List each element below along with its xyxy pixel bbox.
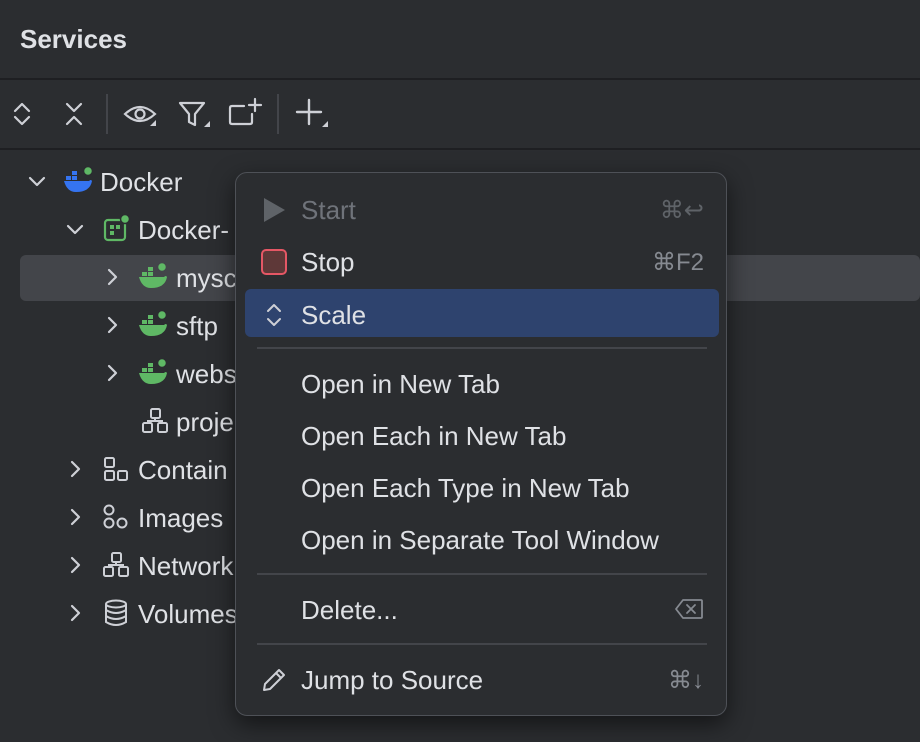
chevron-right-icon[interactable] [63, 601, 87, 625]
toolbar-separator [106, 94, 108, 134]
expand-all-icon[interactable] [4, 96, 40, 132]
new-group-icon[interactable] [228, 96, 264, 132]
menu-item-label: Start [301, 195, 356, 225]
chevron-right-icon[interactable] [63, 553, 87, 577]
play-icon [260, 196, 288, 224]
menu-separator [257, 643, 707, 645]
menu-item-scale[interactable]: Scale [236, 289, 726, 339]
tree-item-label: webs [176, 359, 237, 389]
scale-icon [260, 301, 288, 329]
menu-shortcut: ⌘F2 [651, 249, 704, 276]
add-icon[interactable] [294, 96, 330, 132]
tree-item-label: proje [176, 407, 234, 437]
chevron-right-icon[interactable] [63, 505, 87, 529]
menu-item-open-separate-window[interactable]: Open in Separate Tool Window [236, 514, 726, 564]
containers-icon [101, 454, 131, 484]
menu-item-open-in-new-tab[interactable]: Open in New Tab [236, 358, 726, 408]
filter-icon[interactable] [176, 96, 212, 132]
menu-item-label: Jump to Source [301, 665, 484, 695]
tree-item-label: sftp [176, 311, 218, 341]
docker-icon [63, 165, 94, 196]
tree-item-label: Volumes [138, 599, 238, 629]
images-icon [101, 502, 131, 532]
eye-icon[interactable] [122, 96, 158, 132]
services-header: Services [0, 0, 920, 80]
chevron-down-icon[interactable] [63, 217, 87, 241]
menu-item-label: Open in New Tab [301, 369, 500, 399]
menu-item-open-each-type[interactable]: Open Each Type in New Tab [236, 462, 726, 512]
tree-item-label: Docker [100, 167, 183, 197]
menu-item-label: Delete... [301, 595, 398, 625]
delete-key-icon [674, 598, 704, 627]
toolbar-separator [277, 94, 279, 134]
docker-service-icon [138, 261, 168, 292]
chevron-right-icon[interactable] [100, 313, 124, 337]
tree-item-label: Images [138, 503, 224, 533]
docker-service-icon [138, 357, 168, 388]
menu-item-jump-to-source[interactable]: Jump to Source ⌘↓ [236, 654, 726, 704]
pencil-icon [260, 666, 288, 694]
tree-item-label: Contain [138, 455, 228, 485]
volumes-icon [101, 598, 131, 628]
chevron-down-icon[interactable] [25, 169, 49, 193]
menu-shortcut: ⌘↓ [668, 667, 704, 694]
docker-service-icon [138, 309, 168, 340]
compose-icon [101, 213, 131, 244]
menu-separator [257, 347, 707, 349]
tree-item-label: mysc [176, 263, 237, 293]
menu-item-label: Open Each Type in New Tab [301, 473, 630, 503]
menu-item-stop[interactable]: Stop ⌘F2 [236, 236, 726, 286]
services-toolbar [0, 80, 920, 150]
menu-shortcut: ⌘↩ [659, 197, 704, 224]
menu-item-delete[interactable]: Delete... [236, 584, 726, 634]
tree-item-label: Network [138, 551, 234, 581]
menu-item-label: Open Each in New Tab [301, 421, 567, 451]
chevron-right-icon[interactable] [100, 265, 124, 289]
network-icon [101, 550, 131, 580]
menu-item-start[interactable]: Start ⌘↩ [236, 184, 726, 234]
menu-separator [257, 573, 707, 575]
chevron-right-icon[interactable] [100, 361, 124, 385]
stop-icon [260, 248, 288, 276]
chevron-right-icon[interactable] [63, 457, 87, 481]
menu-item-label: Open in Separate Tool Window [301, 525, 659, 555]
menu-item-open-each-in-new-tab[interactable]: Open Each in New Tab [236, 410, 726, 460]
collapse-all-icon[interactable] [56, 96, 92, 132]
network-icon [140, 406, 170, 436]
context-menu: Start ⌘↩ Stop ⌘F2 Scale Open in New Tab … [235, 172, 727, 716]
menu-item-label: Stop [301, 247, 355, 277]
panel-title: Services [20, 24, 127, 54]
tree-item-label: Docker- [138, 215, 230, 245]
menu-item-label: Scale [301, 300, 367, 330]
